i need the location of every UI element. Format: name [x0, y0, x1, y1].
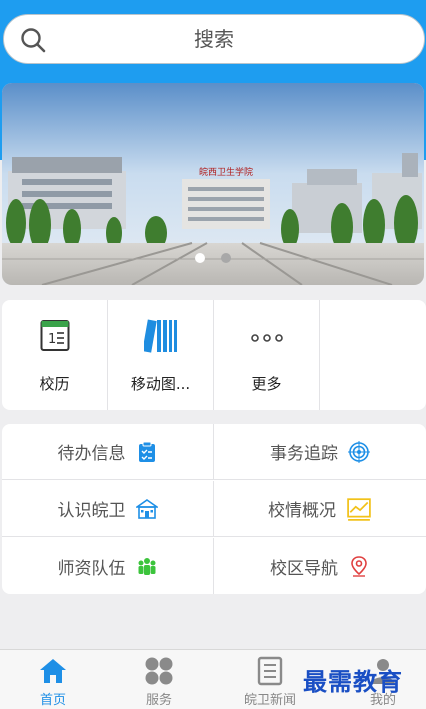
info-faculty[interactable]: 师资队伍	[2, 538, 214, 594]
campus-banner[interactable]: 皖西卫生学院	[2, 83, 424, 285]
carousel-dot-1[interactable]	[195, 253, 205, 263]
watermark: 最需教育	[303, 667, 403, 696]
calendar-icon: 1	[40, 320, 69, 351]
info-label: 师资队伍	[57, 558, 126, 579]
books-icon	[143, 319, 177, 353]
app-mobile-library[interactable]: 移动图...	[108, 300, 214, 410]
info-grid: 待办信息 事务追踪 认识皖卫 校情概况 师资队伍 校区导航	[2, 424, 426, 594]
home-icon	[40, 659, 66, 683]
info-about[interactable]: 认识皖卫	[2, 481, 214, 537]
info-label: 事务追踪	[270, 444, 338, 464]
services-icon	[145, 657, 173, 685]
app-label: 校历	[39, 375, 70, 393]
quick-apps-panel: 1 校历 移动图... 更多	[2, 300, 426, 410]
tab-label: 服务	[145, 693, 172, 708]
trend-chart-icon	[347, 497, 371, 521]
info-tracking[interactable]: 事务追踪	[214, 424, 426, 480]
todo-clipboard-icon	[138, 441, 155, 462]
location-pin-icon	[351, 556, 367, 577]
info-label: 校情概况	[268, 501, 336, 521]
app-label: 更多	[251, 375, 282, 393]
school-building-icon	[135, 498, 158, 519]
info-label: 校区导航	[270, 558, 338, 579]
more-icon	[250, 334, 283, 342]
info-label: 认识皖卫	[57, 501, 126, 521]
carousel-indicator[interactable]	[2, 248, 424, 267]
app-more[interactable]: 更多	[214, 300, 320, 410]
app-label: 移动图...	[130, 375, 191, 393]
target-icon	[348, 440, 370, 463]
svg-text:1: 1	[48, 332, 56, 347]
info-campus-nav[interactable]: 校区导航	[214, 538, 426, 594]
app-calendar[interactable]: 1 校历	[2, 300, 108, 410]
info-overview[interactable]: 校情概况	[214, 481, 426, 537]
banner-sign: 皖西卫生学院	[199, 166, 253, 178]
news-icon	[257, 656, 283, 686]
tab-home[interactable]: 首页	[0, 650, 106, 709]
tab-label: 首页	[39, 693, 66, 708]
carousel-dot-2[interactable]	[221, 253, 231, 263]
team-icon	[138, 558, 155, 575]
tab-services[interactable]: 服务	[106, 650, 212, 709]
info-todo[interactable]: 待办信息	[2, 424, 214, 480]
info-label: 待办信息	[57, 444, 126, 464]
search-bar[interactable]: 搜索	[3, 14, 425, 64]
search-placeholder: 搜索	[194, 27, 234, 51]
